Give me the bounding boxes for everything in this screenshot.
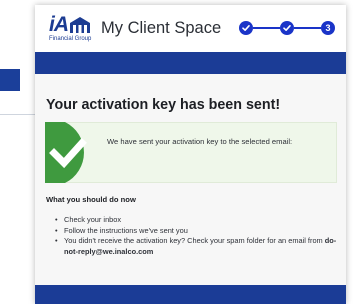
step-1-complete: [239, 21, 253, 35]
list-item: • Follow the instructions we've sent you: [55, 225, 188, 235]
logo-wordmark: iA: [49, 13, 69, 36]
screen: iA Financial Group My Client Space 3 You…: [0, 0, 357, 304]
list-item: • You didn't receive the activation key? …: [55, 236, 337, 256]
ia-logo: iA Financial Group: [49, 14, 95, 44]
card-header: iA Financial Group My Client Space 3: [35, 5, 346, 52]
notice-message: We have sent your activation key to the …: [107, 137, 293, 146]
logo-building-icon: [70, 17, 90, 33]
background-nav-tab: [0, 69, 20, 91]
page-title: Your activation key has been sent!: [46, 97, 281, 113]
background-divider: [0, 114, 38, 115]
checkmark-icon: [45, 122, 87, 183]
content-panel: Your activation key has been sent! We ha…: [35, 74, 346, 285]
step-connector: [253, 27, 280, 29]
bullet-icon: •: [55, 225, 58, 235]
list-item: • Check your inbox: [55, 215, 122, 224]
app-title: My Client Space: [101, 19, 222, 37]
step-3-current: 3: [321, 21, 335, 35]
next-steps-title: What you should do now: [46, 195, 136, 204]
footer-band: [35, 285, 346, 304]
header-band: [35, 52, 346, 74]
bullet-icon: •: [55, 215, 58, 224]
success-notice: We have sent your activation key to the …: [45, 122, 337, 183]
logo-subtitle: Financial Group: [49, 36, 92, 42]
next-steps-list: • Check your inbox • Follow the instructio…: [54, 215, 339, 257]
activation-card: iA Financial Group My Client Space 3 You…: [35, 5, 346, 304]
step-connector: [294, 27, 321, 29]
check-icon: [242, 25, 250, 31]
step-2-complete: [280, 21, 294, 35]
check-icon: [283, 25, 291, 31]
bullet-icon: •: [55, 236, 58, 245]
progress-stepper: 3: [239, 21, 337, 35]
